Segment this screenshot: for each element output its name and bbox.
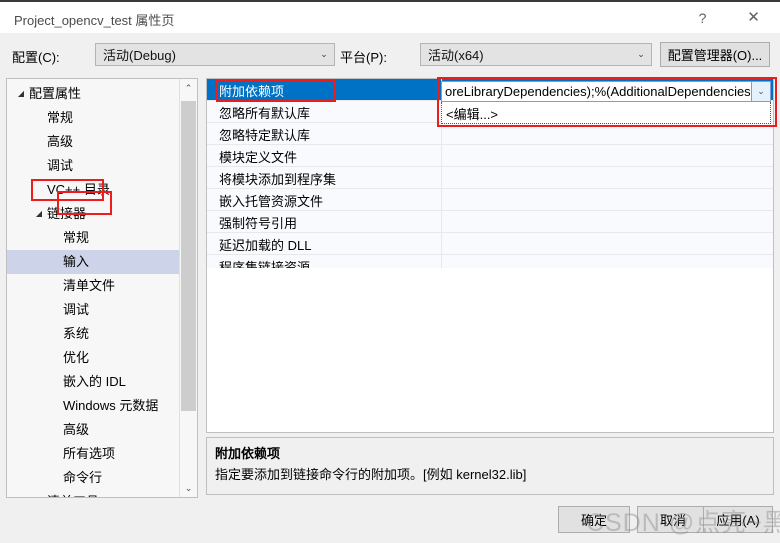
- tree-item[interactable]: ◢ 配置属性: [7, 82, 179, 106]
- column-divider: [441, 189, 442, 210]
- property-name: 模块定义文件: [219, 150, 298, 165]
- value-dropdown-list[interactable]: <编辑...>: [441, 102, 771, 124]
- close-icon: ✕: [747, 9, 760, 26]
- tree-item-label: 链接器: [47, 206, 87, 221]
- configuration-dropdown[interactable]: 活动(Debug) ⌄: [95, 43, 335, 66]
- chevron-down-icon[interactable]: ⌄: [751, 82, 770, 101]
- properties-tree: ◢ 配置属性 常规 高级 调试 VC++ 目录 ◢ 链接器 常规 输入 清单文件 调试 系统 优化 嵌入的 …: [6, 78, 198, 498]
- tree-item[interactable]: 高级: [7, 130, 179, 154]
- tree-item-list: ◢ 配置属性 常规 高级 调试 VC++ 目录 ◢ 链接器 常规 输入 清单文件 调试 系统 优化 嵌入的 …: [7, 79, 197, 497]
- tree-item-label: 优化: [63, 350, 90, 365]
- ok-button[interactable]: 确定: [558, 506, 630, 533]
- grid-empty-area: [207, 268, 773, 432]
- chevron-down-icon: ⌄: [320, 49, 328, 59]
- tree-item[interactable]: 常规: [7, 226, 179, 250]
- configuration-manager-button[interactable]: 配置管理器(O)...: [660, 42, 770, 67]
- description-panel: 附加依赖项 指定要添加到链接命令行的附加项。[例如 kernel32.lib]: [206, 437, 774, 495]
- column-divider: [441, 211, 442, 232]
- dropdown-item-edit[interactable]: <编辑...>: [446, 104, 498, 123]
- tree-item[interactable]: 命令行: [7, 466, 179, 490]
- configuration-value: 活动(Debug): [103, 48, 176, 63]
- scroll-up-icon[interactable]: ⌃: [180, 79, 197, 97]
- tree-item-label: 配置属性: [29, 86, 82, 101]
- tree-item[interactable]: 调试: [7, 154, 179, 178]
- chevron-down-icon: ⌄: [637, 49, 645, 59]
- tree-item[interactable]: 优化: [7, 346, 179, 370]
- scrollbar-thumb[interactable]: [181, 101, 196, 411]
- help-glyph: ?: [698, 9, 707, 26]
- tree-item[interactable]: 调试: [7, 298, 179, 322]
- tree-item-label: 调试: [47, 158, 74, 173]
- tree-item[interactable]: Windows 元数据: [7, 394, 179, 418]
- tree-item-label: 常规: [63, 230, 90, 245]
- close-button[interactable]: ✕: [731, 2, 776, 33]
- property-grid: 附加依赖项忽略所有默认库 忽略特定默认库 模块定义文件将模块添加到程序集 嵌入托管资源…: [206, 78, 774, 433]
- tree-item-label: 高级: [63, 422, 90, 437]
- tree-item-label: Windows 元数据: [63, 398, 159, 413]
- configuration-label: 配置(C):: [12, 50, 60, 65]
- column-divider: [441, 167, 442, 188]
- property-name: 嵌入托管资源文件: [219, 194, 324, 209]
- cancel-button[interactable]: 取消: [637, 506, 709, 533]
- description-title: 附加依赖项: [215, 446, 281, 461]
- property-row[interactable]: 嵌入托管资源文件: [207, 189, 773, 211]
- additional-dependencies-input[interactable]: oreLibraryDependencies);%(AdditionalDepe…: [441, 81, 771, 102]
- tree-item[interactable]: 高级: [7, 418, 179, 442]
- tree-item[interactable]: ◢ 链接器: [7, 202, 179, 226]
- platform-value: 活动(x64): [428, 48, 484, 63]
- property-name: 附加依赖项: [219, 84, 285, 99]
- tree-item[interactable]: 系统: [7, 322, 179, 346]
- property-name: 延迟加载的 DLL: [219, 238, 312, 253]
- tree-item-label: 常规: [47, 110, 74, 125]
- tree-item[interactable]: 常规: [7, 106, 179, 130]
- property-name: 忽略特定默认库: [219, 128, 311, 143]
- property-row[interactable]: 忽略特定默认库: [207, 123, 773, 145]
- property-name: 强制符号引用: [219, 216, 298, 231]
- property-row[interactable]: 强制符号引用: [207, 211, 773, 233]
- tree-item-label: 输入: [63, 254, 90, 269]
- property-row[interactable]: 延迟加载的 DLL: [207, 233, 773, 255]
- property-name: 忽略所有默认库: [219, 106, 311, 121]
- configuration-bar: 配置(C): 活动(Debug) ⌄ 平台(P): 活动(x64) ⌄ 配置管理…: [0, 33, 780, 78]
- tree-item-label: VC++ 目录: [47, 182, 110, 197]
- platform-dropdown[interactable]: 活动(x64) ⌄: [420, 43, 652, 66]
- apply-button[interactable]: 应用(A): [703, 506, 773, 533]
- expanded-triangle-icon[interactable]: ◢: [31, 202, 47, 226]
- tree-scrollbar[interactable]: ⌃ ⌄: [179, 79, 197, 497]
- expanded-triangle-icon[interactable]: ◢: [13, 82, 29, 106]
- window-title: Project_opencv_test 属性页: [14, 13, 175, 28]
- tree-item[interactable]: 输入: [7, 250, 197, 274]
- tree-item-label: 调试: [63, 302, 90, 317]
- tree-item-label: 所有选项: [63, 446, 116, 461]
- tree-item-label: 高级: [47, 134, 74, 149]
- property-row[interactable]: 将模块添加到程序集: [207, 167, 773, 189]
- title-bar: Project_opencv_test 属性页 ? ✕: [0, 0, 780, 33]
- scroll-down-icon[interactable]: ⌄: [180, 479, 197, 497]
- property-row[interactable]: 模块定义文件: [207, 145, 773, 167]
- tree-item-label: 清单文件: [63, 278, 116, 293]
- tree-item-label: 清单工具: [47, 490, 99, 497]
- tree-item[interactable]: 清单文件: [7, 274, 179, 298]
- column-divider: [441, 145, 442, 166]
- tree-item-label: 命令行: [63, 470, 103, 485]
- help-icon[interactable]: ?: [680, 2, 725, 33]
- property-pages-dialog: Project_opencv_test 属性页 ? ✕ 配置(C): 活动(De…: [0, 0, 780, 543]
- property-name: 将模块添加到程序集: [219, 172, 337, 187]
- collapsed-triangle-icon[interactable]: ▷: [31, 490, 47, 497]
- tree-item[interactable]: ▷清单工具: [7, 490, 179, 497]
- tree-item-label: 系统: [63, 326, 90, 341]
- column-divider: [441, 123, 442, 144]
- description-text: 指定要添加到链接命令行的附加项。[例如 kernel32.lib]: [215, 467, 527, 482]
- additional-dependencies-value: oreLibraryDependencies);%(AdditionalDepe…: [445, 84, 751, 99]
- tree-item[interactable]: 所有选项: [7, 442, 179, 466]
- column-divider: [441, 233, 442, 254]
- tree-item-label: 嵌入的 IDL: [63, 374, 126, 389]
- platform-label: 平台(P):: [340, 50, 387, 65]
- tree-item[interactable]: VC++ 目录: [7, 178, 179, 202]
- tree-item[interactable]: 嵌入的 IDL: [7, 370, 179, 394]
